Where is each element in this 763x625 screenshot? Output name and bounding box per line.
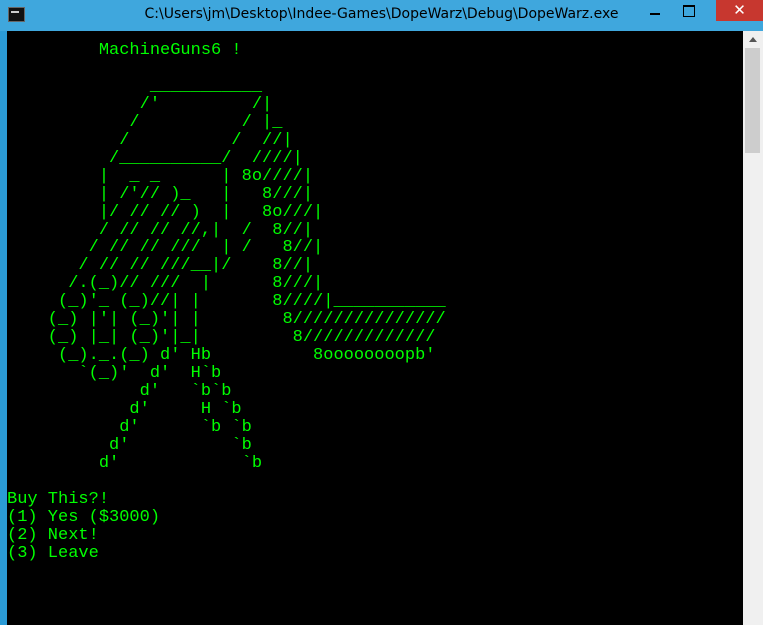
console-line: (_) |_| (_)'|_| 8///////////// xyxy=(7,328,436,348)
close-button[interactable]: ✕ xyxy=(716,0,763,21)
console-line: (_) |'| (_)'| | 8/////////////// xyxy=(7,310,446,330)
console-output[interactable]: MachineGuns6 ! ___________ /' /| / / |_ … xyxy=(7,31,743,625)
vertical-scrollbar[interactable] xyxy=(743,31,763,625)
console-line: (_)._.(_) d' Hb 8oooooooopb' xyxy=(7,346,436,366)
console-line: ___________ xyxy=(7,76,263,96)
scroll-thumb[interactable] xyxy=(745,48,760,153)
console-line: `(_)' d' H`b xyxy=(7,364,222,384)
console-line: (_)'_ (_)//| | 8////|___________ xyxy=(7,292,446,312)
scroll-up-arrow-icon[interactable] xyxy=(743,31,763,48)
console-line: d' `b xyxy=(7,453,263,473)
console-line: / // // ///__|/ 8//| xyxy=(7,256,314,276)
console-line: | /'// )_ | 8///| xyxy=(7,184,314,204)
minimize-button[interactable] xyxy=(640,0,670,21)
console-line: |/ // // ) | 8o///| xyxy=(7,202,324,222)
console-line: / // // /// | / 8//| xyxy=(7,238,324,258)
console-line: MachineGuns6 ! xyxy=(7,41,242,60)
window-titlebar[interactable]: C:\Users\jm\Desktop\Indee-Games\DopeWarz… xyxy=(0,0,763,31)
console-text: MachineGuns6 ! ___________ /' /| / / |_ … xyxy=(7,42,446,563)
console-line: (3) Leave xyxy=(7,543,99,563)
console-line: /.(_)// /// | 8///| xyxy=(7,274,324,294)
console-line: /' /| xyxy=(7,94,273,114)
console-line: d' `b`b xyxy=(7,382,232,402)
console-line: Buy This?! xyxy=(7,489,110,509)
console-line: d' `b `b xyxy=(7,418,252,438)
console-line: (1) Yes ($3000) xyxy=(7,507,161,527)
maximize-button[interactable] xyxy=(674,0,704,21)
console-line: / / //| xyxy=(7,130,293,150)
console-line: / / |_ xyxy=(7,112,283,132)
console-line: d' H `b xyxy=(7,400,242,420)
console-line: (2) Next! xyxy=(7,525,99,545)
console-line: / // // //,| / 8//| xyxy=(7,220,314,240)
console-line: d' `b xyxy=(7,435,252,455)
console-line: /__________/ ////| xyxy=(7,148,303,168)
console-line: | _ _ | 8o////| xyxy=(7,166,314,186)
